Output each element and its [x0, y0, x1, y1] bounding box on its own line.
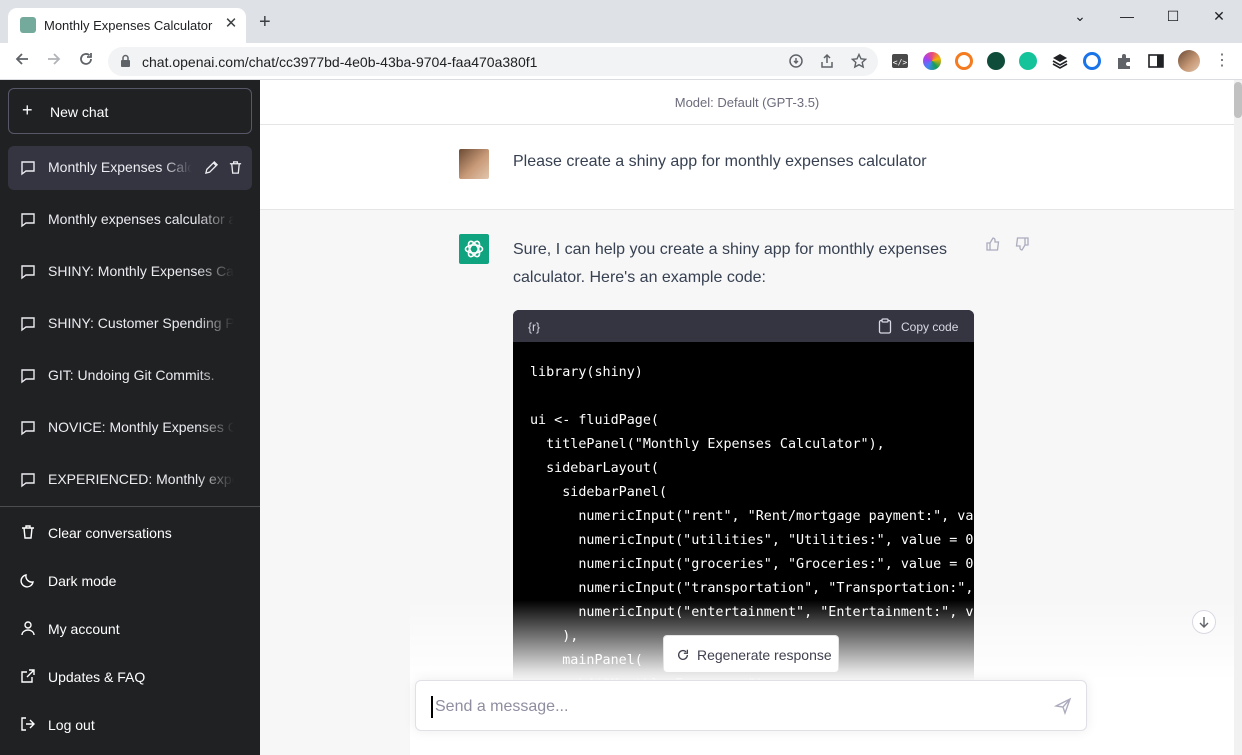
scroll-to-bottom-button[interactable]	[1192, 610, 1216, 634]
svg-text:</>: </>	[893, 58, 908, 67]
thumbs-up-icon[interactable]	[985, 236, 1001, 257]
tab-close-icon[interactable]: ✕	[222, 14, 240, 32]
conversation-item[interactable]: GIT: Undoing Git Commits.	[8, 354, 252, 398]
refresh-icon	[676, 648, 690, 665]
conversation-item[interactable]: NOVICE: Monthly Expenses Calculator	[8, 406, 252, 450]
chat-bubble-icon	[20, 160, 36, 179]
conversation-item[interactable]: EXPERIENCED: Monthly expenses	[8, 458, 252, 502]
log-out-button[interactable]: Log out	[8, 703, 252, 747]
clear-conversations-button[interactable]: Clear conversations	[8, 511, 252, 555]
menu-label: Updates & FAQ	[48, 669, 146, 685]
green-shield-extension-icon[interactable]	[987, 52, 1005, 70]
send-icon[interactable]	[1053, 697, 1072, 720]
layers-extension-icon[interactable]	[1051, 52, 1069, 70]
scrollbar[interactable]	[1234, 80, 1242, 755]
browser-tab-strip: Monthly Expenses Calculator ✕ + ⌄ — ☐ ✕	[0, 0, 1242, 43]
new-tab-button[interactable]: +	[259, 12, 271, 32]
sidebar: + New chat Monthly Expenses Calculator M…	[0, 80, 260, 755]
conversation-title: SHINY: Monthly Expenses Calculator	[48, 263, 234, 279]
model-label: Model: Default (GPT-3.5)	[260, 80, 1234, 125]
bookmark-star-icon[interactable]	[850, 52, 868, 71]
menu-label: Dark mode	[48, 573, 117, 589]
devtools-extension-icon[interactable]: </>	[891, 52, 909, 70]
user-message-row: Please create a shiny app for monthly ex…	[260, 125, 1234, 210]
delete-trash-icon[interactable]	[228, 160, 243, 178]
chat-bubble-icon	[20, 316, 36, 335]
regenerate-label: Regenerate response	[697, 647, 832, 663]
user-avatar	[459, 149, 489, 179]
menu-label: Clear conversations	[48, 525, 172, 541]
lock-icon[interactable]	[120, 54, 131, 73]
menu-label: Log out	[48, 717, 95, 733]
moon-icon	[20, 572, 36, 591]
window-close-button[interactable]: ✕	[1207, 8, 1231, 26]
my-account-button[interactable]: My account	[8, 607, 252, 651]
color-picker-extension-icon[interactable]	[923, 52, 941, 70]
bottom-fade	[410, 600, 1234, 755]
assistant-message-text: Sure, I can help you create a shiny app …	[513, 241, 948, 286]
user-icon	[20, 620, 36, 639]
openai-favicon-icon	[20, 17, 36, 33]
chat-bubble-icon	[20, 368, 36, 387]
chatgpt-logo-icon	[459, 234, 489, 264]
url-text: chat.openai.com/chat/cc3977bd-4e0b-43ba-…	[142, 54, 538, 70]
dark-mode-button[interactable]: Dark mode	[8, 559, 252, 603]
code-language: {r}	[528, 320, 541, 334]
reload-icon[interactable]	[74, 50, 98, 72]
tab-search-icon[interactable]: ⌄	[1068, 8, 1092, 26]
address-bar[interactable]: chat.openai.com/chat/cc3977bd-4e0b-43ba-…	[108, 47, 878, 76]
sidebar-divider	[0, 506, 260, 507]
copy-code-button[interactable]: Copy code	[878, 318, 958, 337]
scrollbar-thumb[interactable]	[1234, 82, 1242, 118]
code-header: {r} Copy code	[513, 310, 974, 342]
maximize-button[interactable]: ☐	[1161, 8, 1185, 26]
conversation-title: Monthly Expenses Calculator	[48, 159, 192, 175]
cloud-install-icon[interactable]	[787, 53, 805, 71]
trash-icon	[20, 524, 36, 543]
conversation-item[interactable]: SHINY: Customer Spending Prediction	[8, 302, 252, 346]
chat-bubble-icon	[20, 212, 36, 231]
plus-icon: +	[22, 100, 33, 120]
conversation-title: Monthly expenses calculator app	[48, 211, 234, 227]
chat-bubble-icon	[20, 264, 36, 283]
back-arrow-icon[interactable]	[10, 50, 34, 72]
chat-main: Model: Default (GPT-3.5) Please create a…	[260, 80, 1242, 755]
conversation-title: GIT: Undoing Git Commits.	[48, 367, 215, 383]
regenerate-response-button[interactable]: Regenerate response	[663, 635, 839, 673]
edit-pencil-icon[interactable]	[204, 160, 219, 178]
thumbs-down-icon[interactable]	[1014, 236, 1030, 257]
browser-menu-icon[interactable]: ⋮	[1210, 50, 1234, 72]
conversation-item[interactable]: Monthly Expenses Calculator	[8, 146, 252, 190]
clipboard-icon	[878, 318, 892, 337]
message-composer	[415, 680, 1087, 731]
puzzle-extensions-icon[interactable]	[1115, 52, 1133, 70]
conversation-title: NOVICE: Monthly Expenses Calculator	[48, 419, 234, 435]
logout-icon	[20, 716, 36, 735]
share-icon[interactable]	[818, 53, 836, 71]
conversation-title: SHINY: Customer Spending Prediction	[48, 315, 234, 331]
blue-circle-extension-icon[interactable]	[1083, 52, 1101, 70]
conversation-title: EXPERIENCED: Monthly expenses	[48, 471, 234, 487]
grammarly-extension-icon[interactable]	[1019, 52, 1037, 70]
browser-tab[interactable]: Monthly Expenses Calculator ✕	[8, 8, 246, 43]
conversation-item[interactable]: SHINY: Monthly Expenses Calculator	[8, 250, 252, 294]
browser-toolbar: chat.openai.com/chat/cc3977bd-4e0b-43ba-…	[0, 43, 1242, 80]
minimize-button[interactable]: —	[1115, 8, 1139, 26]
profile-avatar[interactable]	[1178, 50, 1200, 72]
external-link-icon	[20, 668, 36, 687]
chat-bubble-icon	[20, 420, 36, 439]
tab-title: Monthly Expenses Calculator	[44, 18, 213, 33]
chat-bubble-icon	[20, 472, 36, 491]
conversation-item[interactable]: Monthly expenses calculator app	[8, 198, 252, 242]
new-chat-button[interactable]: + New chat	[8, 88, 252, 134]
copy-code-label: Copy code	[901, 320, 959, 334]
message-input[interactable]	[431, 696, 1031, 718]
menu-label: My account	[48, 621, 120, 637]
new-chat-label: New chat	[50, 104, 109, 120]
updates-faq-link[interactable]: Updates & FAQ	[8, 655, 252, 699]
forward-arrow-icon[interactable]	[42, 50, 66, 72]
orange-extension-icon[interactable]	[955, 52, 973, 70]
side-panel-icon[interactable]	[1147, 52, 1165, 70]
user-message-text: Please create a shiny app for monthly ex…	[513, 153, 927, 170]
